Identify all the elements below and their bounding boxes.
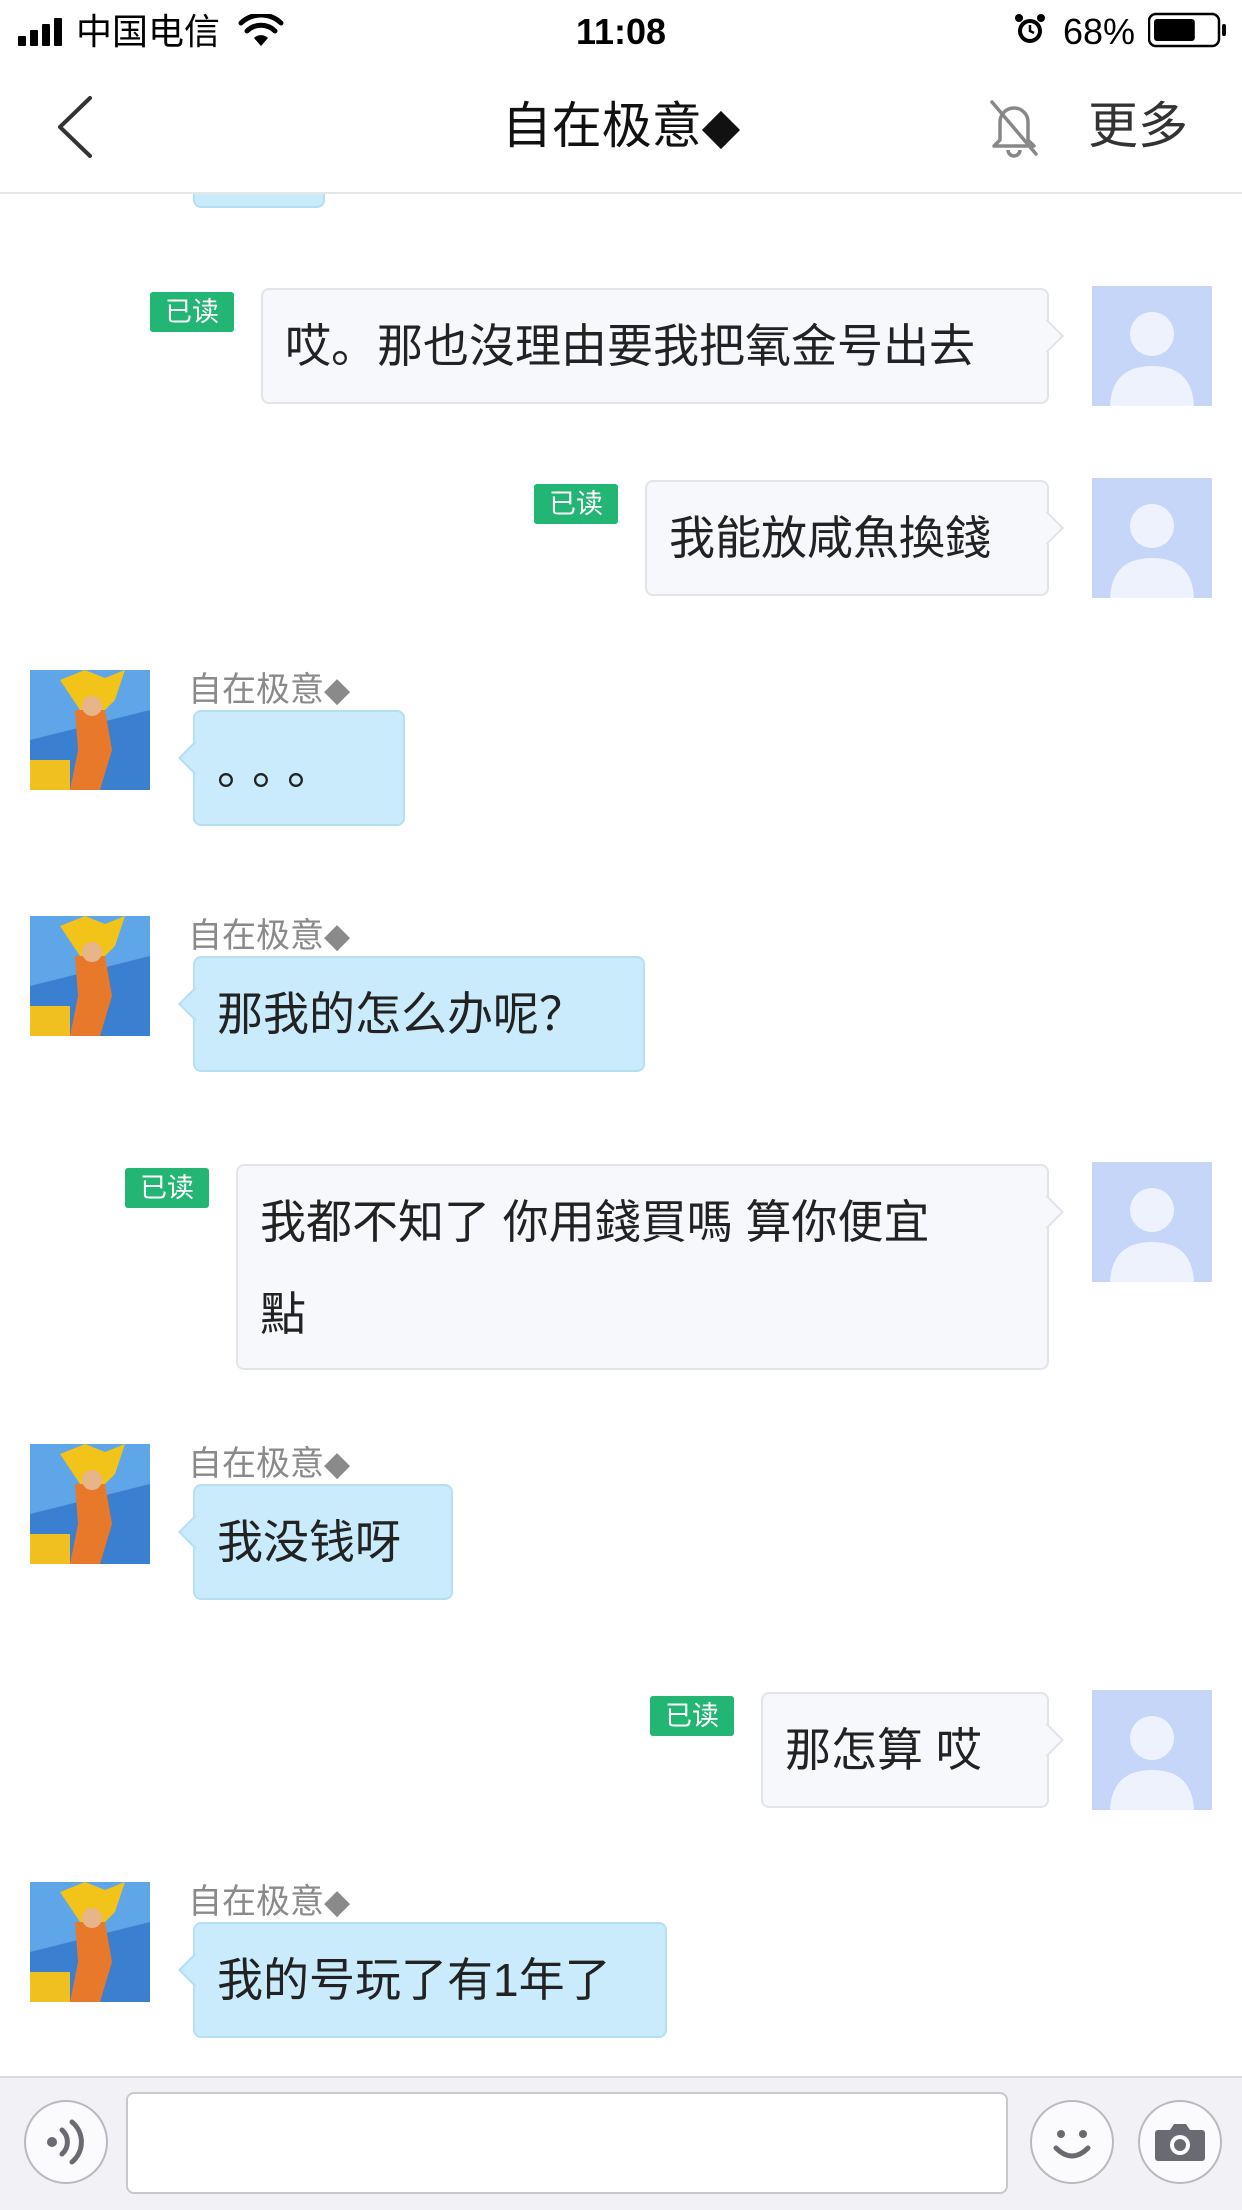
emoji-button[interactable] bbox=[1030, 2100, 1114, 2184]
default-avatar-icon bbox=[1092, 1690, 1212, 1810]
contact-avatar[interactable] bbox=[30, 1882, 150, 2002]
sender-name: 自在极意◆ bbox=[188, 1883, 351, 1921]
message-bubble-outgoing[interactable]: 那怎算 哎 bbox=[761, 1692, 1064, 1808]
message-text: 那我的怎么办呢？ bbox=[217, 988, 585, 1040]
my-avatar[interactable] bbox=[1092, 1690, 1212, 1810]
contact-avatar[interactable] bbox=[30, 916, 150, 1036]
input-bar bbox=[0, 2076, 1242, 2210]
camera-button[interactable] bbox=[1138, 2100, 1222, 2184]
my-avatar[interactable] bbox=[1092, 1162, 1212, 1282]
message-bubble-incoming[interactable]: 我没钱呀 bbox=[178, 1484, 453, 1600]
contact-avatar-image bbox=[30, 916, 150, 1036]
battery-percent: 68% bbox=[1063, 11, 1136, 52]
message-text: 那怎算 哎 bbox=[785, 1724, 982, 1776]
message-bubble-incoming[interactable]: 那我的怎么办呢？ bbox=[178, 956, 645, 1072]
message-bubble-outgoing[interactable]: 我能放咸魚換錢 bbox=[645, 480, 1064, 596]
message-input[interactable] bbox=[126, 2092, 1008, 2194]
message-text: 我都不知了 你用錢買嗎 算你便宜 點 bbox=[260, 1196, 930, 1340]
battery-icon bbox=[1148, 12, 1226, 48]
camera-icon bbox=[1155, 2124, 1205, 2161]
message-bubble-incoming[interactable]: 我的号玩了有1年了 bbox=[178, 1922, 667, 2038]
sender-name: 自在极意◆ bbox=[188, 917, 351, 955]
message-text: 我的号玩了有1年了 bbox=[217, 1954, 611, 2006]
message-text: 我能放咸魚換錢 bbox=[669, 512, 991, 564]
voice-button[interactable] bbox=[24, 2100, 108, 2184]
default-avatar-icon bbox=[1092, 478, 1212, 598]
nav-bar: 自在极意◆ 更多 bbox=[0, 64, 1242, 194]
mute-bell-icon[interactable] bbox=[984, 94, 1044, 158]
chat-area[interactable]: 已读 哎。那也沒理由要我把氧金号出去 已读 我能放咸魚換錢 自在极意◆ 。。。 … bbox=[0, 194, 1242, 2074]
message-text: 。。。 bbox=[217, 742, 345, 794]
message-text: 哎。那也沒理由要我把氧金号出去 bbox=[285, 320, 975, 372]
message-bubble-incoming[interactable]: 。。。 bbox=[178, 710, 405, 826]
read-badge: 已读 bbox=[650, 1696, 734, 1736]
voice-icon bbox=[47, 2119, 84, 2165]
read-badge: 已读 bbox=[150, 292, 234, 332]
sender-name: 自在极意◆ bbox=[188, 1445, 351, 1483]
more-button[interactable]: 更多 bbox=[1088, 96, 1188, 156]
emoji-icon bbox=[1053, 2130, 1091, 2159]
contact-avatar-image bbox=[30, 1444, 150, 1564]
message-text: 我没钱呀 bbox=[217, 1516, 401, 1568]
alarm-icon bbox=[1015, 14, 1045, 43]
clock-time: 11:08 bbox=[575, 11, 667, 52]
status-bar: 中国电信 11:08 68% bbox=[0, 0, 1242, 64]
contact-avatar[interactable] bbox=[30, 1444, 150, 1564]
chat-title: 自在极意◆ bbox=[501, 98, 741, 154]
contact-avatar[interactable] bbox=[30, 670, 150, 790]
default-avatar-icon bbox=[1092, 1162, 1212, 1282]
contact-avatar-image bbox=[30, 1882, 150, 2002]
read-badge: 已读 bbox=[534, 484, 618, 524]
read-badge: 已读 bbox=[125, 1168, 209, 1208]
sender-name: 自在极意◆ bbox=[188, 671, 351, 709]
my-avatar[interactable] bbox=[1092, 478, 1212, 598]
contact-avatar-image bbox=[30, 670, 150, 790]
message-bubble-outgoing[interactable]: 我都不知了 你用錢買嗎 算你便宜 點 bbox=[236, 1164, 1064, 1370]
default-avatar-icon bbox=[1092, 286, 1212, 406]
my-avatar[interactable] bbox=[1092, 286, 1212, 406]
message-bubble-outgoing[interactable]: 哎。那也沒理由要我把氧金号出去 bbox=[261, 288, 1064, 404]
message-bubble-partial bbox=[193, 194, 325, 208]
